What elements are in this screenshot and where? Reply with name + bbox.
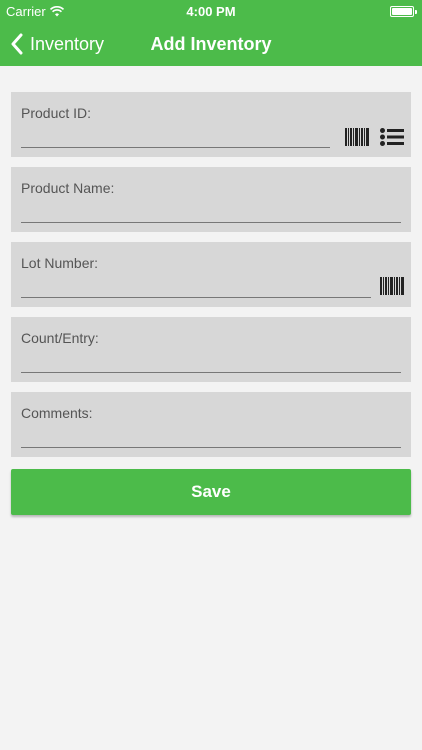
battery-icon: [390, 6, 417, 17]
lot-number-input[interactable]: [21, 276, 371, 298]
barcode-icon: [380, 277, 404, 295]
product-name-label: Product Name:: [21, 180, 115, 196]
count-entry-label: Count/Entry:: [21, 330, 99, 346]
status-bar: Carrier 4:00 PM: [0, 0, 422, 22]
lot-number-label: Lot Number:: [21, 255, 99, 271]
product-name-field: Product Name:: [11, 167, 411, 232]
header: Carrier 4:00 PM Inventory Add Inventory: [0, 0, 422, 66]
comments-label: Comments:: [21, 405, 93, 421]
product-id-input[interactable]: [21, 126, 330, 148]
barcode-icon: [345, 128, 369, 146]
save-button[interactable]: Save: [11, 469, 411, 515]
lot-number-field: Lot Number:: [11, 242, 411, 307]
clock: 4:00 PM: [186, 4, 236, 19]
product-id-list-button[interactable]: [380, 128, 404, 151]
page-title: Add Inventory: [150, 34, 272, 54]
comments-input[interactable]: [21, 426, 401, 448]
product-name-input[interactable]: [21, 201, 401, 223]
navigation-bar: Inventory Add Inventory: [0, 22, 422, 66]
comments-field: Comments:: [11, 392, 411, 457]
count-entry-field: Count/Entry:: [11, 317, 411, 382]
product-id-field: Product ID:: [11, 92, 411, 157]
battery-fill: [392, 8, 412, 15]
inventory-form: Product ID: Product Name: Lot Number: Co…: [11, 92, 411, 467]
product-id-scan-button[interactable]: [345, 128, 369, 151]
list-icon: [380, 128, 404, 146]
count-entry-input[interactable]: [21, 351, 401, 373]
product-id-label: Product ID:: [21, 105, 92, 121]
lot-number-scan-button[interactable]: [380, 277, 404, 300]
